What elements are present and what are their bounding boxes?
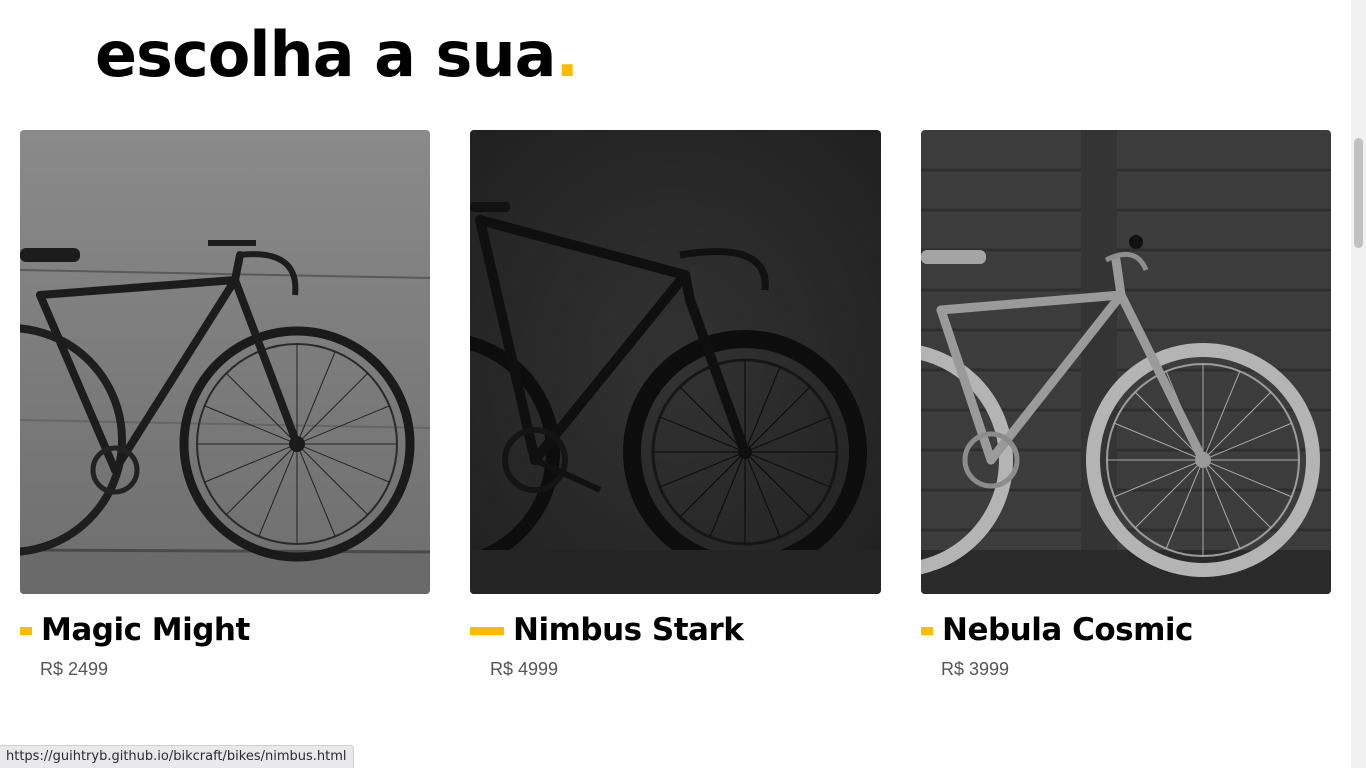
product-image-nebula-cosmic[interactable] — [921, 130, 1331, 594]
product-name[interactable]: Magic Might — [41, 610, 250, 650]
scrollbar-thumb[interactable] — [1354, 138, 1363, 248]
section-heading: escolha a sua. — [95, 12, 579, 98]
title-accent-bar — [470, 627, 504, 635]
product-image-magic-might[interactable] — [20, 130, 430, 594]
product-price: R$ 2499 — [40, 659, 109, 679]
bike-photo-icon — [20, 130, 430, 594]
page: escolha a sua. Magic Might R$ 2499 Nimbu… — [0, 0, 1351, 768]
product-price: R$ 4999 — [490, 659, 559, 679]
product-title-row: Nimbus Stark — [470, 610, 881, 650]
title-accent-bar — [20, 627, 32, 635]
product-title-row: Nebula Cosmic — [921, 610, 1331, 650]
product-card-magic-might[interactable]: Magic Might R$ 2499 — [20, 130, 430, 679]
product-name[interactable]: Nebula Cosmic — [942, 610, 1193, 650]
product-title-row: Magic Might — [20, 610, 430, 650]
section-heading-text: escolha a sua — [95, 18, 556, 91]
heading-accent-dot: . — [555, 18, 579, 91]
product-card-nimbus-stark[interactable]: Nimbus Stark R$ 4999 — [470, 130, 881, 679]
title-accent-bar — [921, 627, 933, 635]
bike-photo-icon — [470, 130, 881, 594]
product-name[interactable]: Nimbus Stark — [513, 610, 744, 650]
link-status-bar: https://guihtryb.github.io/bikcraft/bike… — [0, 745, 354, 768]
product-image-nimbus-stark[interactable] — [470, 130, 881, 594]
bike-photo-icon — [921, 130, 1331, 594]
product-price: R$ 3999 — [941, 659, 1010, 679]
vertical-scrollbar[interactable] — [1351, 0, 1366, 768]
product-card-nebula-cosmic[interactable]: Nebula Cosmic R$ 3999 — [921, 130, 1331, 679]
